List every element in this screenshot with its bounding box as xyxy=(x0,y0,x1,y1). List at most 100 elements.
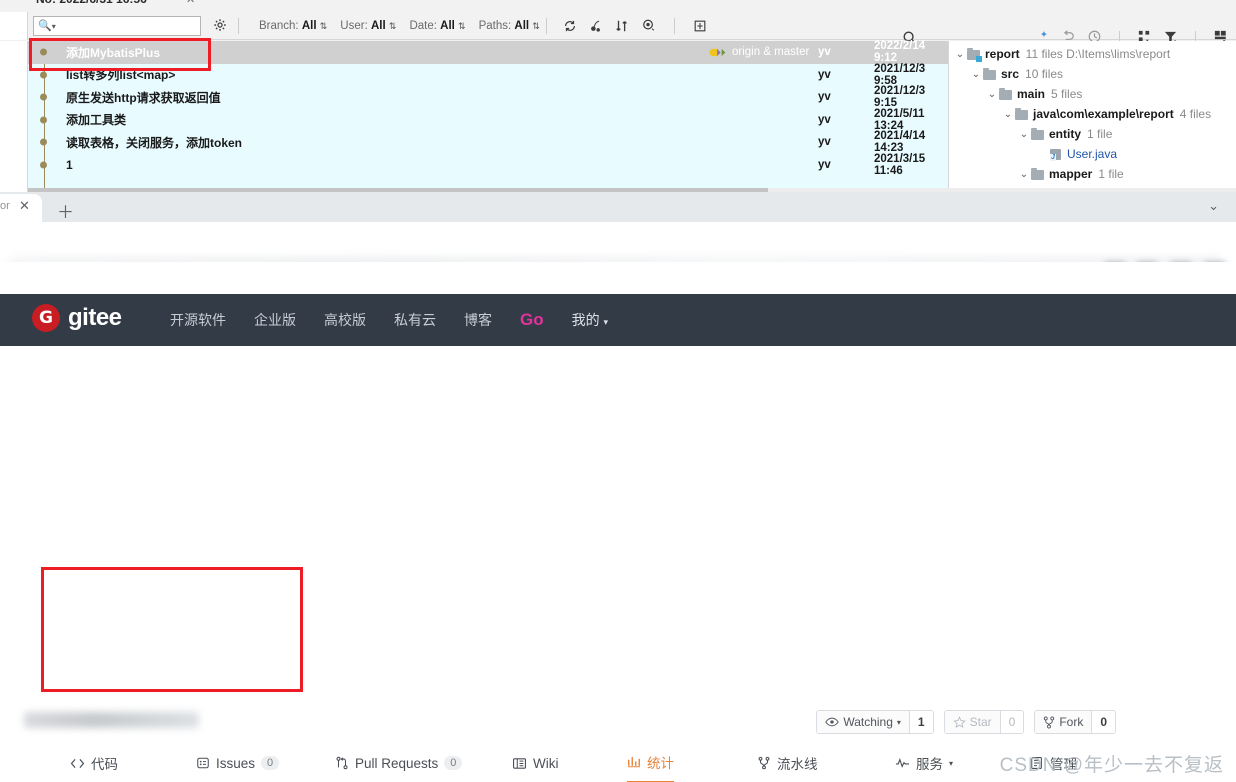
watch-button-group[interactable]: Watching ▾ 1 xyxy=(816,710,934,734)
chevron-down-icon: ▾ xyxy=(896,717,901,727)
gitee-main-nav: 开源软件 企业版 高校版 私有云 博客 Go 我的 ▾ xyxy=(170,294,608,346)
chevron-down-icon[interactable]: ⌄ xyxy=(969,69,983,80)
nav-item-blog[interactable]: 博客 xyxy=(464,310,492,330)
chevron-down-icon[interactable]: ⌄ xyxy=(1208,198,1219,214)
chevron-updown-icon: ⇅ xyxy=(458,20,466,31)
tab-statistics[interactable]: 统计 xyxy=(627,742,674,782)
commit-node-icon xyxy=(40,116,47,124)
tree-row-main[interactable]: ⌄ main 5 files xyxy=(949,84,1236,104)
chevron-down-icon[interactable]: ⌄ xyxy=(953,49,967,60)
repo-breadcrumb-title[interactable] xyxy=(24,712,199,728)
ide-commit-table[interactable]: 添加MybatisPlus origin & master yv 2022/2/… xyxy=(28,40,948,192)
nav-item-enterprise[interactable]: 企业版 xyxy=(254,310,296,330)
nav-item-privatecloud[interactable]: 私有云 xyxy=(394,310,436,330)
chevron-down-icon: ▾ xyxy=(603,317,609,327)
close-icon[interactable]: ✕ xyxy=(19,198,30,214)
chevron-down-icon[interactable]: ⌄ xyxy=(1017,129,1031,140)
tree-node-meta: 4 files xyxy=(1179,107,1212,121)
commit-node-icon xyxy=(40,93,47,101)
tree-row-mapper[interactable]: ⌄ mapper 1 file xyxy=(949,164,1236,184)
ide-commit-row[interactable]: 添加工具类 yv 2021/5/11 13:24 xyxy=(28,107,948,132)
chevron-updown-icon: ⇅ xyxy=(388,20,397,31)
ide-commit-row[interactable]: list转多列list<map> yv 2021/12/3 9:58 xyxy=(28,62,948,87)
ide-commit-date: 2021/12/3 9:58 xyxy=(874,62,926,87)
expand-icon[interactable] xyxy=(693,19,707,33)
tree-row-entity[interactable]: ⌄ entity 1 file xyxy=(949,124,1236,144)
ide-filter-paths[interactable]: Paths: All ⇅ xyxy=(479,20,540,32)
eye-icon[interactable] xyxy=(641,18,656,33)
folder-icon xyxy=(1031,167,1044,180)
nav-item-opensource[interactable]: 开源软件 xyxy=(170,310,226,330)
chevron-down-icon[interactable]: ⌄ xyxy=(1001,109,1015,120)
ide-tab-close-icon[interactable]: ✕ xyxy=(186,0,195,6)
tab-wiki[interactable]: Wiki xyxy=(512,742,559,782)
star-button-group[interactable]: Star 0 xyxy=(943,710,1025,734)
tree-node-meta: 1 file xyxy=(1087,127,1113,141)
tree-row-java-package[interactable]: ⌄ java\com\example\report 4 files xyxy=(949,104,1236,124)
refresh-icon[interactable] xyxy=(563,19,577,33)
ide-commit-subject: 1 xyxy=(66,157,73,172)
ide-titlebar: No: 2022/6/31 16:56 ✕ xyxy=(0,0,1236,12)
tab-pr-count: 0 xyxy=(444,756,463,770)
fork-label: Fork xyxy=(1059,715,1084,729)
ide-filter-date[interactable]: Date: All ⇅ xyxy=(409,20,465,32)
sort-icon[interactable] xyxy=(615,19,629,33)
ide-commit-author: yv xyxy=(818,91,831,104)
fork-icon xyxy=(1044,716,1055,728)
ide-filter-branch[interactable]: Branch: All ⇅ xyxy=(259,20,327,32)
plus-icon[interactable]: ＋ xyxy=(57,198,74,223)
ide-commit-ref-tag: origin & master xyxy=(708,46,809,58)
ide-commit-row[interactable]: 添加MybatisPlus origin & master yv 2022/2/… xyxy=(28,40,948,64)
tree-node-name: src xyxy=(1001,67,1020,81)
tree-row-user-java[interactable]: User.java xyxy=(949,144,1236,164)
nav-item-education[interactable]: 高校版 xyxy=(324,310,366,330)
ide-commit-subject: 添加MybatisPlus xyxy=(66,45,161,60)
cherry-pick-icon[interactable] xyxy=(589,19,603,33)
watch-button[interactable]: Watching ▾ xyxy=(817,711,909,733)
tree-node-name: java\com\example\report xyxy=(1033,107,1174,121)
folder-icon xyxy=(999,87,1012,100)
ide-commit-row[interactable]: 1 yv 2021/3/15 11:46 xyxy=(28,153,948,177)
nav-item-go[interactable]: Go xyxy=(520,310,544,330)
browser-omnibox[interactable] xyxy=(0,222,1236,282)
fork-button-group[interactable]: Fork 0 xyxy=(1034,710,1116,734)
ide-commit-row[interactable]: 原生发送http请求获取返回值 yv 2021/12/3 9:15 xyxy=(28,85,948,109)
branch-tag-icon xyxy=(708,48,726,56)
tree-node-meta: 5 files xyxy=(1051,87,1083,101)
tab-wiki-label: Wiki xyxy=(533,755,559,771)
ide-commit-date: 2021/5/11 13:24 xyxy=(874,107,925,132)
ide-filter-date-label: Date: xyxy=(409,19,437,32)
ide-filter-paths-label: Paths: xyxy=(478,19,512,32)
ide-commit-ref-label: origin & master xyxy=(732,46,810,59)
toolbar-divider xyxy=(673,17,675,34)
tab-services[interactable]: 服务 ▾ xyxy=(895,742,953,782)
commit-node-icon xyxy=(40,138,47,146)
ide-commit-row[interactable]: 读取表格，关闭服务，添加token yv 2021/4/14 14:23 xyxy=(28,130,948,154)
ide-changed-files-tree[interactable]: ⌄ report 11 files D:\Items\lims\report ⌄… xyxy=(948,41,1236,192)
ide-filter-user[interactable]: User: All ⇅ xyxy=(340,20,396,32)
tab-pull-requests[interactable]: Pull Requests 0 xyxy=(335,742,463,782)
ide-filter-group: Branch: All ⇅ User: All ⇅ Date: All ⇅ Pa… xyxy=(259,20,540,32)
chevron-down-icon[interactable]: ⌄ xyxy=(985,89,999,100)
tree-row-src[interactable]: ⌄ src 10 files xyxy=(949,64,1236,84)
folder-icon xyxy=(1031,127,1044,140)
service-icon xyxy=(895,757,910,768)
ide-search-input[interactable]: 🔍▾ xyxy=(33,15,201,36)
tab-pipeline-label: 流水线 xyxy=(777,757,818,772)
gitee-logo[interactable]: G gitee xyxy=(32,304,122,332)
tree-node-name: mapper xyxy=(1049,167,1093,181)
ide-left-gutter xyxy=(0,41,28,192)
nav-item-mine[interactable]: 我的 ▾ xyxy=(572,310,608,330)
tree-row-report[interactable]: ⌄ report 11 files D:\Items\lims\report xyxy=(949,44,1236,64)
star-button[interactable]: Star xyxy=(944,711,1000,733)
ide-commit-author: yv xyxy=(818,158,831,171)
ide-commit-subject: 读取表格，关闭服务，添加token xyxy=(66,135,243,150)
chevron-down-icon[interactable]: ⌄ xyxy=(1017,169,1031,180)
fork-button[interactable]: Fork xyxy=(1035,711,1092,733)
ide-settings-gear[interactable] xyxy=(213,18,228,33)
tab-pipeline[interactable]: 流水线 xyxy=(757,742,818,782)
tab-issues[interactable]: Issues 0 xyxy=(196,742,280,782)
issue-icon xyxy=(197,757,209,769)
tree-node-meta: 1 file xyxy=(1098,167,1124,181)
tab-code[interactable]: 代码 xyxy=(70,742,118,782)
